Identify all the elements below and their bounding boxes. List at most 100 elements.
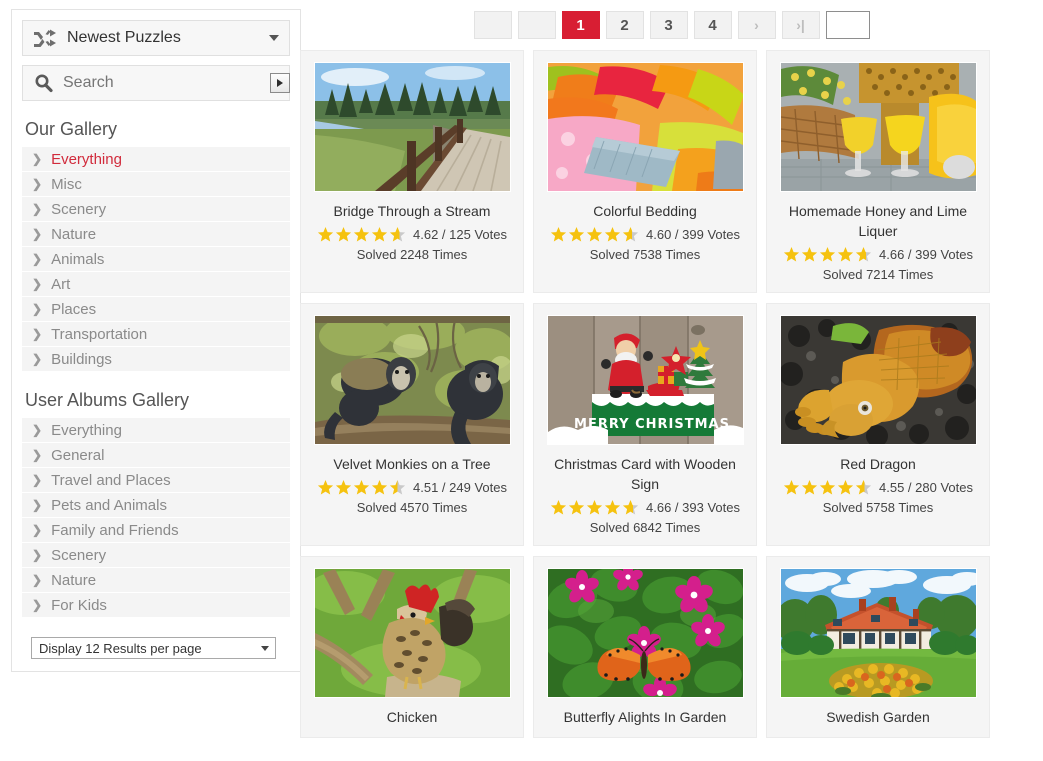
puzzle-title[interactable]: Chicken <box>387 707 438 727</box>
sidebar-item-travel-and-places[interactable]: ❯ Travel and Places <box>22 468 290 493</box>
rating-text: 4.66 / 399 Votes <box>879 247 973 262</box>
sidebar-item-nature[interactable]: ❯ Nature <box>22 568 290 593</box>
sidebar-controls-panel: Newest Puzzles Our Gallery ❯ Everything ❯ M… <box>11 9 301 672</box>
star-rating[interactable] <box>783 246 872 263</box>
sidebar-item-family-and-friends[interactable]: ❯ Family and Friends <box>22 518 290 543</box>
puzzle-title[interactable]: Butterfly Alights In Garden <box>564 707 727 727</box>
main-content: 1 2 3 4 › ›| Bridge Through a Stream 4.62 / 12… <box>300 0 1043 761</box>
puzzle-card[interactable]: Bridge Through a Stream 4.62 / 125 Votes S… <box>300 50 524 293</box>
puzzle-card[interactable]: Christmas Card with Wooden Sign 4.66 / 39… <box>533 303 757 546</box>
sidebar-item-general[interactable]: ❯ General <box>22 443 290 468</box>
chevron-down-icon <box>261 645 269 651</box>
chevron-right-icon: ❯ <box>32 573 43 587</box>
puzzle-title[interactable]: Christmas Card with Wooden Sign <box>545 454 745 494</box>
chevron-right-icon: ❯ <box>32 498 43 512</box>
sidebar-item-scenery[interactable]: ❯ Scenery <box>22 197 290 222</box>
page-1-button[interactable]: 1 <box>561 11 600 39</box>
rating-text: 4.60 / 399 Votes <box>646 227 740 242</box>
sidebar-item-for-kids[interactable]: ❯ For Kids <box>22 593 290 618</box>
puzzle-thumbnail-wrap[interactable] <box>546 315 744 445</box>
star-icon <box>568 500 585 515</box>
first-page-button[interactable] <box>473 11 512 39</box>
puzzle-card[interactable]: Chicken <box>300 556 524 738</box>
star-icon <box>371 227 388 242</box>
chevron-right-icon: ❯ <box>32 327 43 341</box>
rating-text: 4.62 / 125 Votes <box>413 227 507 242</box>
puzzle-card[interactable]: Homemade Honey and Lime Liquer 4.66 / 399… <box>766 50 990 293</box>
puzzle-thumbnail-wrap[interactable] <box>546 62 744 192</box>
puzzle-title[interactable]: Velvet Monkies on a Tree <box>333 454 490 474</box>
puzzle-thumbnail-wrap[interactable] <box>313 568 511 698</box>
swedish-garden-thumbnail <box>781 569 976 697</box>
puzzle-card[interactable]: Swedish Garden <box>766 556 990 738</box>
puzzle-card[interactable]: Butterfly Alights In Garden <box>533 556 757 738</box>
sidebar-item-label: Nature <box>51 225 97 243</box>
results-per-page-label: Display 12 Results per page <box>39 640 202 656</box>
chevron-right-icon: ❯ <box>32 423 43 437</box>
puzzle-thumbnail-wrap[interactable] <box>779 568 977 698</box>
sidebar-item-animals[interactable]: ❯ Animals <box>22 247 290 272</box>
chevron-right-icon: ❯ <box>32 448 43 462</box>
sidebar-item-misc[interactable]: ❯ Misc <box>22 172 290 197</box>
puzzle-card[interactable]: Velvet Monkies on a Tree 4.51 / 249 Votes… <box>300 303 524 546</box>
next-page-button[interactable]: › <box>737 11 776 39</box>
solved-count: Solved 7214 Times <box>822 267 934 282</box>
velvet-monkies-on-a-tree-thumbnail <box>315 316 510 444</box>
puzzle-title[interactable]: Colorful Bedding <box>593 201 697 221</box>
sidebar-item-nature[interactable]: ❯ Nature <box>22 222 290 247</box>
sort-select[interactable]: Newest Puzzles <box>22 20 290 56</box>
sidebar-item-label: General <box>51 446 105 464</box>
sidebar-item-art[interactable]: ❯ Art <box>22 272 290 297</box>
sidebar-item-pets-and-animals[interactable]: ❯ Pets and Animals <box>22 493 290 518</box>
solved-count: Solved 2248 Times <box>356 247 468 262</box>
puzzle-card[interactable]: Colorful Bedding 4.60 / 399 Votes Solved 7… <box>533 50 757 293</box>
puzzle-thumbnail-wrap[interactable] <box>313 315 511 445</box>
last-page-button[interactable]: ›| <box>781 11 820 39</box>
solved-count: Solved 6842 Times <box>589 520 701 535</box>
chevron-right-icon: ❯ <box>32 523 43 537</box>
star-icon <box>604 500 621 515</box>
star-rating[interactable] <box>317 479 406 496</box>
chevron-right-icon: ❯ <box>32 227 43 241</box>
search-box[interactable] <box>22 65 290 101</box>
sidebar-item-transportation[interactable]: ❯ Transportation <box>22 322 290 347</box>
sidebar-item-label: Everything <box>51 150 122 168</box>
chevron-right-icon: ❯ <box>32 473 43 487</box>
star-rating[interactable] <box>317 226 406 243</box>
sidebar-item-label: Pets and Animals <box>51 496 167 514</box>
our-gallery-list: ❯ Everything ❯ Misc ❯ Scenery ❯ Nature ❯ Animals ❯… <box>22 147 290 372</box>
page-3-button[interactable]: 3 <box>649 11 688 39</box>
puzzle-title[interactable]: Bridge Through a Stream <box>334 201 491 221</box>
rating-row: 4.62 / 125 Votes <box>317 226 507 243</box>
search-submit-button[interactable] <box>270 73 290 93</box>
puzzle-title[interactable]: Red Dragon <box>840 454 916 474</box>
chevron-right-icon: ❯ <box>32 598 43 612</box>
chevron-right-icon: ❯ <box>32 302 43 316</box>
prev-page-button[interactable] <box>517 11 556 39</box>
sidebar: Newest Puzzles Our Gallery ❯ Everything ❯ M… <box>11 9 301 672</box>
page-4-button[interactable]: 4 <box>693 11 732 39</box>
colorful-bedding-thumbnail <box>548 63 743 191</box>
star-icon <box>586 227 603 242</box>
puzzle-card[interactable]: Red Dragon 4.55 / 280 Votes Solved 5758 Ti… <box>766 303 990 546</box>
sidebar-item-label: Nature <box>51 571 97 589</box>
search-input[interactable] <box>63 72 270 94</box>
star-rating[interactable] <box>550 499 639 516</box>
page-jump-input[interactable] <box>825 11 870 39</box>
puzzle-thumbnail-wrap[interactable] <box>313 62 511 192</box>
puzzle-thumbnail-wrap[interactable] <box>779 62 977 192</box>
chevron-right-icon: ❯ <box>32 202 43 216</box>
sidebar-item-everything[interactable]: ❯ Everything <box>22 147 290 172</box>
sidebar-item-places[interactable]: ❯ Places <box>22 297 290 322</box>
star-rating[interactable] <box>783 479 872 496</box>
sidebar-item-buildings[interactable]: ❯ Buildings <box>22 347 290 372</box>
page-2-button[interactable]: 2 <box>605 11 644 39</box>
sidebar-item-scenery[interactable]: ❯ Scenery <box>22 543 290 568</box>
sidebar-item-everything[interactable]: ❯ Everything <box>22 418 290 443</box>
results-per-page-select[interactable]: Display 12 Results per page <box>31 637 276 659</box>
puzzle-title[interactable]: Swedish Garden <box>826 707 930 727</box>
star-rating[interactable] <box>550 226 639 243</box>
puzzle-thumbnail-wrap[interactable] <box>546 568 744 698</box>
puzzle-thumbnail-wrap[interactable] <box>779 315 977 445</box>
puzzle-title[interactable]: Homemade Honey and Lime Liquer <box>778 201 978 241</box>
